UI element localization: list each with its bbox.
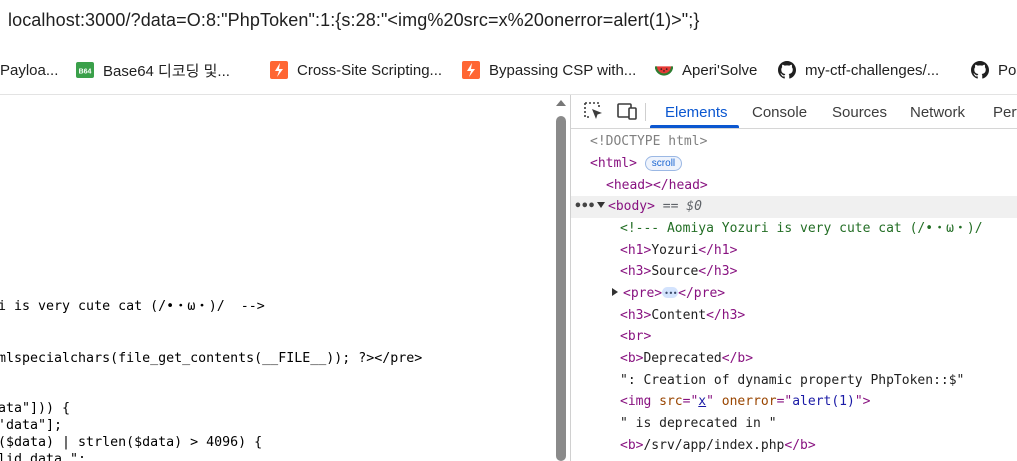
source-line: mlspecialchars(file_get_contents(__FILE_… (0, 351, 423, 366)
h1-open-tag: <h1> (620, 243, 652, 258)
devtools-panel: Elements Console Sources Network Perf <!… (570, 95, 1017, 461)
scroll-thumb[interactable] (556, 116, 566, 461)
bookmark-xss[interactable]: Cross-Site Scripting... (270, 59, 442, 81)
watermelon-icon (655, 61, 673, 79)
tree-row-b[interactable]: <b>Deprecated</b> (571, 348, 1017, 370)
src-attr-value-link[interactable]: x (698, 394, 706, 409)
portswigger-icon (270, 61, 288, 79)
b-open-tag: <b> (620, 438, 644, 453)
tab-sources[interactable]: Sources (832, 104, 887, 121)
h3-open-tag: <h3> (620, 308, 652, 323)
tree-row-html[interactable]: <html> scroll (571, 153, 1017, 175)
source-line: lid data."; (0, 452, 87, 461)
h3-close-tag: </h3> (698, 264, 738, 279)
ellipsis-icon[interactable] (662, 283, 679, 305)
bookmark-label: Cross-Site Scripting... (297, 61, 443, 79)
devtools-tabbar: Elements Console Sources Network Perf (571, 95, 1017, 129)
b-close-tag: </b> (784, 438, 816, 453)
inspect-element-icon[interactable] (583, 101, 605, 121)
github-icon (778, 61, 796, 79)
active-tab-indicator (650, 125, 739, 128)
body-tag: <body> (608, 199, 655, 214)
tree-row-doctype[interactable]: <!DOCTYPE html> (571, 131, 1017, 153)
head-tag: <head></head> (606, 178, 708, 193)
bookmark-label: Pos (998, 61, 1017, 79)
bookmark-ctf-challenges[interactable]: my-ctf-challenges/... (778, 59, 939, 81)
onerror-attr-value: alert(1) (792, 394, 855, 409)
tree-row-br[interactable]: <br> (571, 326, 1017, 348)
src-attr-name: src (659, 394, 683, 409)
bookmark-label: Payloa... (0, 61, 59, 79)
b-text: Deprecated (643, 351, 722, 366)
device-toolbar-icon[interactable] (616, 101, 638, 121)
tree-row-h1[interactable]: <h1>Yozuri</h1> (571, 240, 1017, 262)
bookmark-csp[interactable]: Bypassing CSP with... (462, 59, 636, 81)
tab-network[interactable]: Network (910, 104, 965, 121)
text-node: " is deprecated in " (620, 416, 777, 431)
img-tag: <img (620, 394, 652, 409)
source-line: i is very cute cat (/•・ω・)/ --> (0, 299, 265, 314)
tree-row-pre[interactable]: <pre> </pre> (571, 283, 1017, 305)
scroll-up-arrow-icon[interactable] (556, 100, 566, 106)
tree-row-h3-source[interactable]: <h3>Source</h3> (571, 261, 1017, 283)
br-tag: <br> (620, 329, 652, 344)
tree-row-b-path[interactable]: <b>/srv/app/index.php</b> (571, 435, 1017, 457)
h3-close-tag: </h3> (706, 308, 746, 323)
selected-node-marker: == $0 (662, 199, 702, 214)
bookmark-label: Bypassing CSP with... (489, 61, 637, 79)
h3-text: Content (651, 308, 707, 323)
tree-row-body[interactable]: ••• <body> == $0 (571, 196, 1017, 218)
h3-text: Source (651, 264, 699, 279)
b-close-tag: </b> (721, 351, 754, 366)
img-tag-end: > (862, 394, 871, 409)
address-bar[interactable]: localhost:3000/?data=O:8:"PhpToken":1:{s… (0, 0, 1017, 44)
dom-tree: <!DOCTYPE html> <html> scroll <head></he… (571, 129, 1017, 461)
tab-performance[interactable]: Perf (993, 104, 1017, 121)
tree-row-h3-content[interactable]: <h3>Content</h3> (571, 305, 1017, 327)
b-text: /srv/app/index.php (643, 438, 785, 453)
h1-close-tag: </h1> (698, 243, 738, 258)
page-source-text: i is very cute cat (/•・ω・)/ --> mlspecia… (0, 95, 422, 461)
text-node: ": Creation of dynamic property PhpToken… (620, 373, 965, 388)
source-line: 'data"]; (0, 418, 63, 433)
page-viewport: i is very cute cat (/•・ω・)/ --> mlspecia… (0, 95, 570, 461)
bookmark-pos[interactable]: Pos (971, 59, 1017, 81)
bookmarks-bar: Payloa... B64 Base64 디코딩 및... Cross-Site… (0, 44, 1017, 94)
onerror-attr-name: onerror (721, 394, 777, 409)
tree-row-head[interactable]: <head></head> (571, 175, 1017, 197)
tab-elements[interactable]: Elements (665, 104, 728, 121)
github-icon (971, 61, 989, 79)
html-tag: <html> (590, 156, 637, 171)
doctype-node: <!DOCTYPE html> (590, 134, 708, 149)
tree-row-text-deprecated-in[interactable]: " is deprecated in " (571, 413, 1017, 435)
bookmark-payloads[interactable]: Payloa... (0, 59, 58, 81)
h3-open-tag: <h3> (620, 264, 652, 279)
b64-icon: B64 (76, 61, 94, 79)
collapse-triangle-icon[interactable] (597, 196, 605, 218)
source-line: ($data) | strlen($data) > 4096) { (0, 435, 263, 450)
expand-triangle-icon[interactable] (612, 283, 618, 305)
bookmark-label: Aperi'Solve (682, 61, 758, 79)
bookmark-label: Base64 디코딩 및... (103, 62, 230, 80)
bookmark-label: my-ctf-challenges/... (805, 61, 940, 79)
tab-console[interactable]: Console (752, 104, 807, 121)
tree-row-comment[interactable]: <!--- Aomiya Yozuri is very cute cat (/•… (571, 218, 1017, 240)
toolbar-separator (645, 103, 646, 121)
scroll-badge[interactable]: scroll (644, 156, 683, 171)
bookmark-base64[interactable]: B64 Base64 디코딩 및... (76, 59, 230, 81)
pre-open-tag: <pre> (623, 286, 663, 301)
svg-text:B64: B64 (79, 69, 92, 76)
more-options-icon[interactable]: ••• (574, 196, 596, 218)
source-line: ata"])) { (0, 401, 71, 416)
pre-close-tag: </pre> (678, 286, 726, 301)
url-text[interactable]: localhost:3000/?data=O:8:"PhpToken":1:{s… (8, 10, 699, 31)
tree-row-text-deprecation[interactable]: ": Creation of dynamic property PhpToken… (571, 370, 1017, 392)
tree-row-img[interactable]: <img src="x" onerror="alert(1)"> (571, 391, 1017, 413)
portswigger-icon (462, 61, 480, 79)
comment-node: <!--- Aomiya Yozuri is very cute cat (/•… (620, 221, 983, 236)
bookmark-aperisolve[interactable]: Aperi'Solve (655, 59, 757, 81)
h1-text: Yozuri (651, 243, 699, 258)
b-open-tag: <b> (620, 351, 644, 366)
